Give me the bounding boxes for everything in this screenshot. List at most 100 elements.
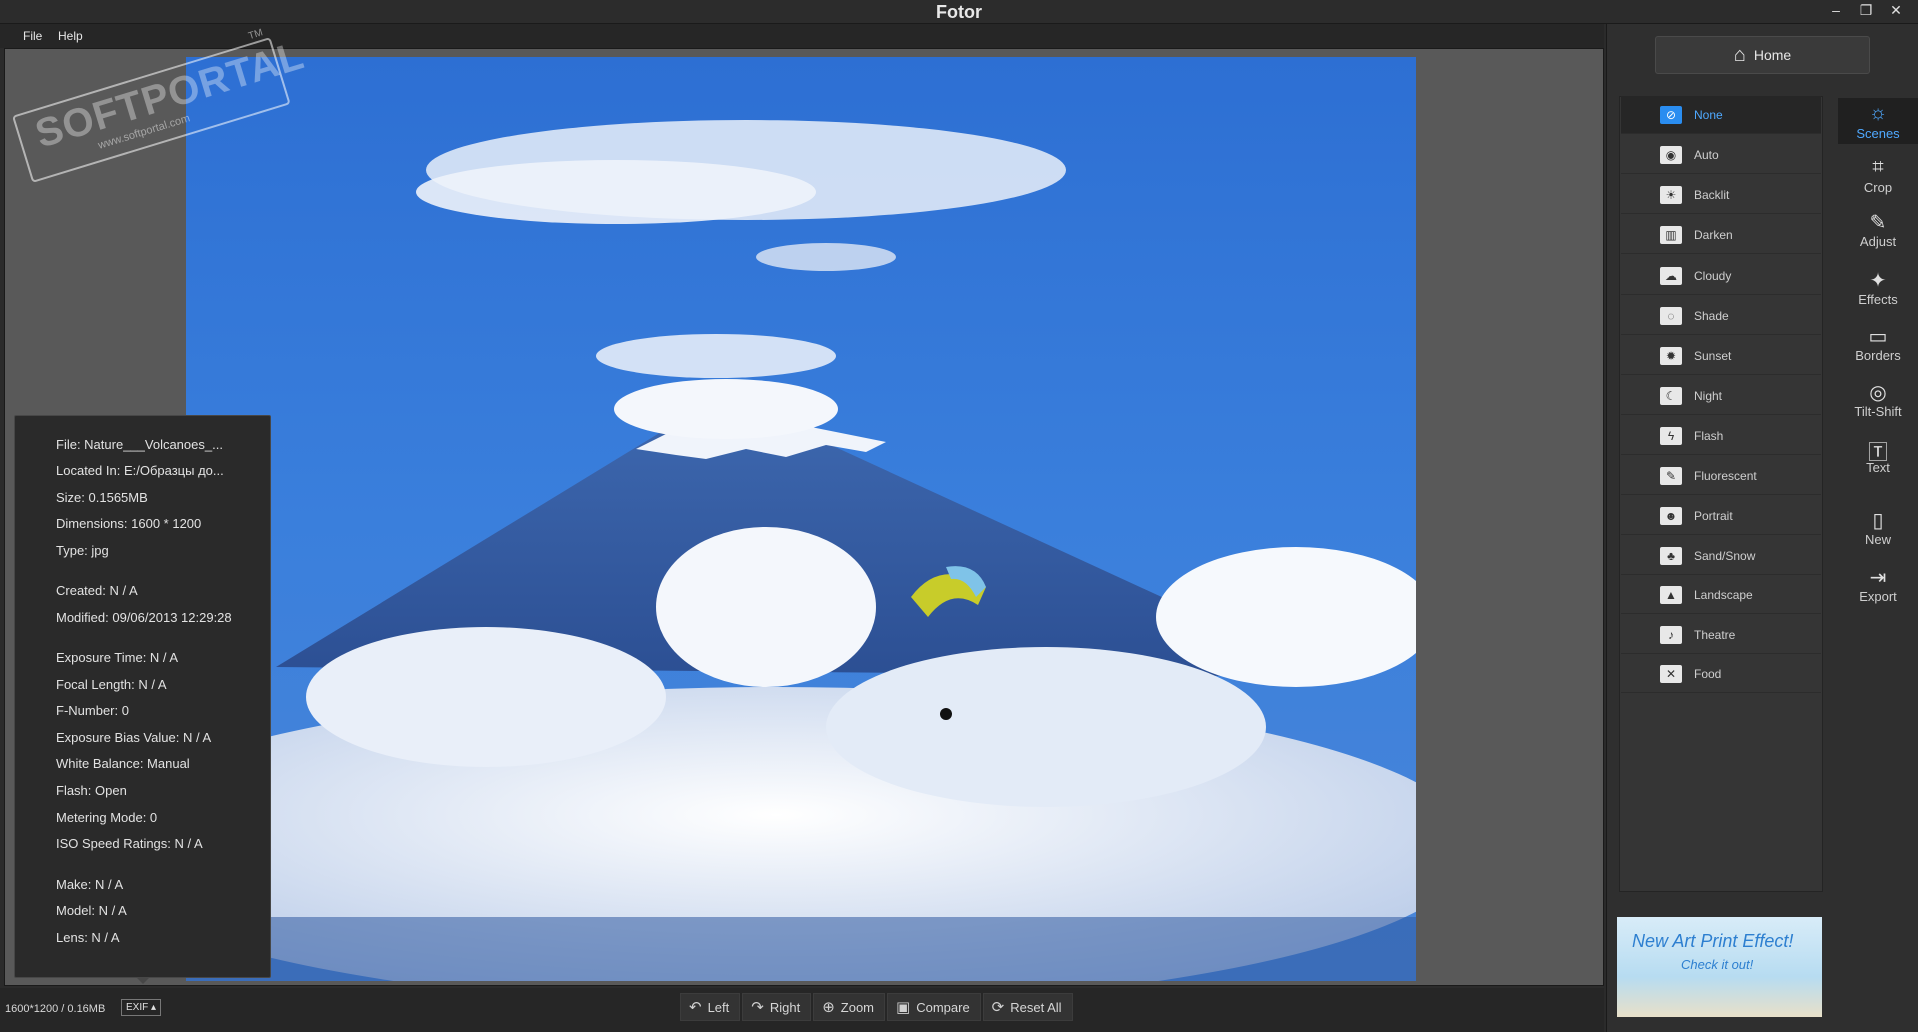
exif-row: Lens: N / A [56,930,120,945]
photo-image [186,57,1416,981]
cloud-icon: ☁ [1660,266,1682,285]
tool-new[interactable]: ▯ New [1838,508,1918,547]
rotate-right-icon: ↷ [751,999,764,1016]
menu-file[interactable]: File [23,29,42,43]
promo-banner[interactable]: New Art Print Effect! Check it out! [1617,917,1822,1017]
scene-flash[interactable]: ϟ Flash [1621,417,1821,455]
scene-theatre[interactable]: ♪ Theatre [1621,616,1821,654]
exif-row: Exposure Time: N / A [56,650,179,665]
zoom-label: Zoom [840,999,875,1015]
text-icon: 🅃 [1868,442,1888,464]
scene-sunset[interactable]: ✹ Sunset [1621,337,1821,375]
border-icon: ▭ [1868,326,1888,348]
guitar-icon: ♪ [1660,625,1682,644]
scene-food[interactable]: ✕ Food [1621,655,1821,693]
menu-help[interactable]: Help [58,29,83,43]
scene-cloudy[interactable]: ☁ Cloudy [1621,257,1821,295]
title-bar: Fotor – ❐ ✕ [0,0,1918,24]
bulb-icon: ✎ [1660,466,1682,485]
exif-row: Modified: 09/06/2013 12:29:28 [56,610,232,625]
target-icon: ◎ [1869,382,1887,404]
tool-borders[interactable]: ▭ Borders [1838,324,1918,363]
scene-label: Cloudy [1694,268,1732,283]
scene-darken[interactable]: ▥ Darken [1621,216,1821,254]
exif-row: Type: jpg [56,543,109,558]
compare-button[interactable]: ▣ Compare [887,993,981,1021]
close-button[interactable]: ✕ [1882,0,1910,22]
exif-row: Flash: Open [56,783,127,798]
scene-shade[interactable]: ◌ Shade [1621,297,1821,335]
scene-portrait[interactable]: ☻ Portrait [1621,497,1821,535]
tool-tilt-shift[interactable]: ◎ Tilt-Shift [1838,380,1918,419]
exif-row: F-Number: 0 [56,703,129,718]
home-button[interactable]: ⌂ Home [1655,36,1870,74]
exif-panel: File: Nature___Volcanoes_... Located In:… [14,415,271,978]
tool-label: Export [1859,589,1897,604]
scene-label: Portrait [1694,508,1733,523]
tool-crop[interactable]: ⌗ Crop [1838,156,1918,195]
scene-label: Night [1694,388,1723,403]
scene-label: Sand/Snow [1694,548,1756,563]
compare-icon: ▣ [896,999,911,1016]
exif-row: White Balance: Manual [56,756,190,771]
compare-label: Compare [916,999,970,1015]
portrait-icon: ☻ [1660,506,1682,525]
reset-all-button[interactable]: ⟳ Reset All [982,993,1073,1021]
tool-label: New [1864,532,1891,547]
menu-bar: File Help [0,24,1604,48]
home-icon: ⌂ [1733,43,1746,66]
tool-export[interactable]: ⇥ Export [1838,565,1918,604]
exif-row: File: Nature___Volcanoes_... [56,437,223,452]
photo-preview[interactable] [186,57,1416,981]
exif-row: Created: N / A [56,583,138,598]
tool-adjust[interactable]: ✎ Adjust [1838,210,1918,249]
window-title: Fotor [936,2,982,22]
promo-title: New Art Print Effect! [1632,931,1794,951]
scene-label: Backlit [1694,187,1730,202]
tool-label: Borders [1855,348,1901,363]
zoom-button[interactable]: ⊕ Zoom [813,993,886,1021]
tool-label: Adjust [1859,234,1897,249]
scene-label: Flash [1694,428,1724,443]
sparkle-icon: ✦ [1869,270,1887,292]
export-icon: ⇥ [1869,567,1887,589]
tool-label: Tilt-Shift [1854,404,1902,419]
scene-auto[interactable]: ◉ Auto [1621,136,1821,174]
scene-label: Landscape [1694,587,1753,602]
exif-row: Model: N / A [56,903,127,918]
moon-icon: ☾ [1660,386,1682,405]
scene-fluorescent[interactable]: ✎ Fluorescent [1621,457,1821,495]
sun-icon: ☼ [1868,102,1888,124]
none-icon: ⊘ [1660,105,1682,124]
scene-label: Fluorescent [1694,468,1757,483]
exif-pointer [136,977,150,984]
exif-row: Size: 0.1565MB [56,490,148,505]
pencil-icon: ✎ [1869,212,1887,234]
rotate-left-icon: ↶ [689,999,702,1016]
reset-all-label: Reset All [1010,999,1062,1015]
tool-label: Crop [1863,180,1893,195]
sunset-icon: ✹ [1660,346,1682,365]
darken-icon: ▥ [1660,225,1682,244]
tool-label: Effects [1858,292,1898,307]
tool-text[interactable]: 🅃 Text [1838,436,1918,475]
exif-row: Exposure Bias Value: N / A [56,730,212,745]
scene-label: None [1694,107,1723,122]
scene-landscape[interactable]: ▲ Landscape [1621,576,1821,614]
scene-label: Food [1694,666,1722,681]
restore-button[interactable]: ❐ [1852,0,1880,22]
scene-backlit[interactable]: ☀ Backlit [1621,176,1821,214]
backlit-icon: ☀ [1660,185,1682,204]
minimize-button[interactable]: – [1822,0,1850,22]
exif-row: Located In: E:/Образцы до... [56,463,224,478]
scene-night[interactable]: ☾ Night [1621,377,1821,415]
tool-effects[interactable]: ✦ Effects [1838,268,1918,307]
scene-sand-snow[interactable]: ♣ Sand/Snow [1621,537,1821,575]
tool-scenes[interactable]: ☼ Scenes [1838,98,1918,144]
exif-toggle-button[interactable]: EXIF ▴ [121,999,161,1016]
rotate-left-button[interactable]: ↶ Left [680,993,741,1021]
scene-label: Theatre [1694,627,1736,642]
exif-row: ISO Speed Ratings: N / A [56,836,203,851]
rotate-right-button[interactable]: ↷ Right [742,993,812,1021]
scene-none[interactable]: ⊘ None [1621,96,1821,134]
